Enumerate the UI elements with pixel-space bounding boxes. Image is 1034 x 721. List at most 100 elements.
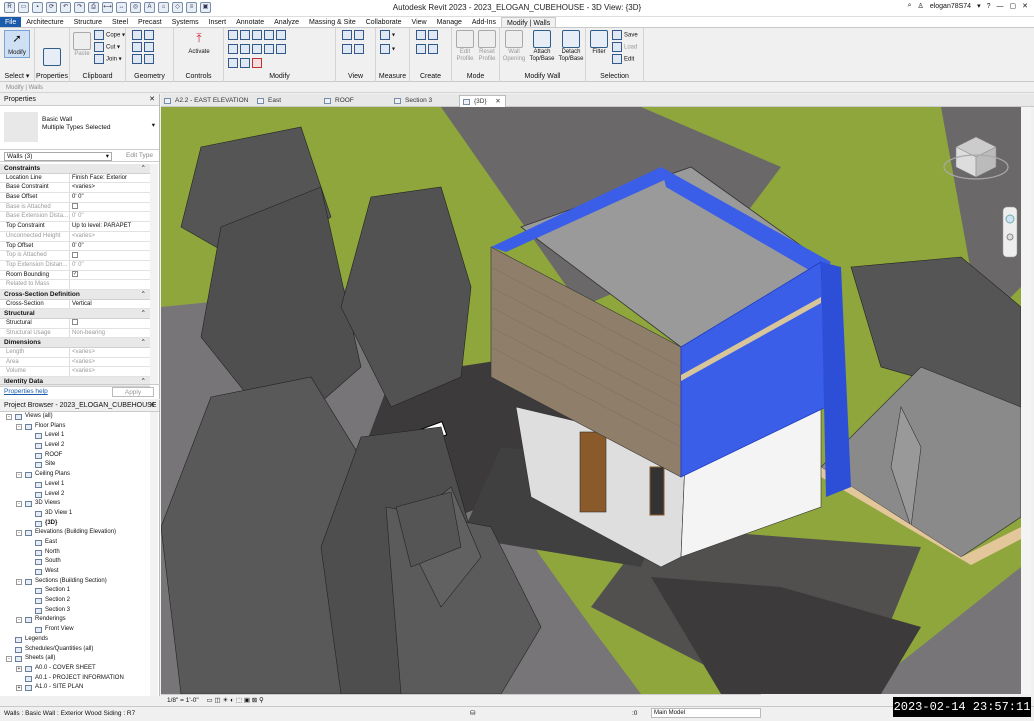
property-value[interactable]: ✓ xyxy=(70,270,150,280)
tree-node[interactable]: North xyxy=(0,548,150,558)
tree-node[interactable]: Site xyxy=(0,460,150,470)
crop-icon[interactable]: ▣ xyxy=(244,697,250,704)
pin-icon[interactable] xyxy=(240,58,250,68)
scale-icon[interactable] xyxy=(228,58,238,68)
tree-node[interactable]: Schedules/Quantities (all) xyxy=(0,645,150,655)
measure-line-icon[interactable] xyxy=(380,30,390,40)
collapse-icon[interactable]: ⌃ xyxy=(141,338,146,348)
create-assembly-icon[interactable] xyxy=(416,30,426,40)
activate-button[interactable]: ⤒ Activate xyxy=(184,30,214,56)
tab-insert[interactable]: Insert xyxy=(204,17,232,27)
create-group-icon[interactable] xyxy=(416,44,426,54)
tree-node[interactable]: A0.1 - PROJECT INFORMATION xyxy=(0,674,150,684)
property-value[interactable] xyxy=(70,319,150,328)
help-icon[interactable]: ? xyxy=(987,3,991,10)
user-icon[interactable]: ♙ xyxy=(918,2,924,10)
type-dropdown-icon[interactable]: ▾ xyxy=(152,122,155,130)
worksets-icon[interactable]: ⛁ xyxy=(470,707,475,721)
expand-toggle-icon[interactable]: - xyxy=(16,501,22,508)
zoom-icon[interactable] xyxy=(1006,233,1014,241)
move-icon[interactable] xyxy=(228,44,238,54)
browser-scrollbar[interactable] xyxy=(150,412,158,696)
property-checkbox[interactable] xyxy=(72,319,78,326)
edit-type-button[interactable]: Edit Type xyxy=(126,150,153,162)
tree-node[interactable]: ROOF xyxy=(0,451,150,461)
tab-manage[interactable]: Manage xyxy=(432,17,467,27)
detach-top-base-button[interactable]: Detach Top/Base xyxy=(557,30,585,63)
tree-node[interactable]: {3D} xyxy=(0,519,150,529)
mirror-draw-icon[interactable] xyxy=(264,30,274,40)
split-face-icon[interactable] xyxy=(144,30,154,40)
expand-toggle-icon[interactable]: - xyxy=(16,617,22,624)
tab-add-ins[interactable]: Add-Ins xyxy=(467,17,501,27)
tab-collaborate[interactable]: Collaborate xyxy=(361,17,407,27)
tab-systems[interactable]: Systems xyxy=(167,17,204,27)
property-checkbox[interactable]: ✓ xyxy=(72,270,78,277)
tree-node[interactable]: - Sections (Building Section) xyxy=(0,577,150,587)
property-value[interactable]: 0' 0" xyxy=(70,193,150,202)
attach-top-base-button[interactable]: Attach Top/Base xyxy=(528,30,556,63)
close-button[interactable]: ✕ xyxy=(1022,2,1028,10)
tree-node[interactable]: 3D View 1 xyxy=(0,509,150,519)
render-icon[interactable]: ⬚ xyxy=(236,697,242,704)
property-value[interactable]: <varies> xyxy=(70,183,150,192)
tab-view[interactable]: View xyxy=(407,17,432,27)
tab-massing-site[interactable]: Massing & Site xyxy=(304,17,361,27)
navigation-bar[interactable] xyxy=(1002,206,1018,258)
reset-profile-button[interactable]: Reset Profile xyxy=(476,30,498,63)
search-icon[interactable]: ⌕ xyxy=(908,2,912,10)
trim-icon[interactable] xyxy=(264,44,274,54)
hide-isolate-icon[interactable]: ⚲ xyxy=(259,697,264,704)
tab-file[interactable]: File xyxy=(0,17,22,27)
tab-architecture[interactable]: Architecture xyxy=(21,17,68,27)
model-render[interactable]: 3 xyxy=(161,107,1021,694)
property-category[interactable]: Dimensions ⌃ xyxy=(0,338,150,349)
align-icon[interactable] xyxy=(228,30,238,40)
array-icon[interactable] xyxy=(276,44,286,54)
paint-icon[interactable] xyxy=(132,42,142,52)
cope-button[interactable]: Cope ▾ xyxy=(94,30,125,42)
modify-button[interactable]: ➚ Modify xyxy=(4,30,30,58)
tree-node[interactable]: Front View xyxy=(0,625,150,635)
properties-scrollbar[interactable] xyxy=(150,164,158,384)
tab-precast[interactable]: Precast xyxy=(133,17,167,27)
wall-joins-icon[interactable] xyxy=(132,30,142,40)
halftone-icon[interactable] xyxy=(354,44,364,54)
user-name[interactable]: elogan78S74 xyxy=(930,3,971,10)
property-value[interactable]: Up to level: PARAPET xyxy=(70,222,150,231)
lock-view-icon[interactable]: ⊠ xyxy=(252,697,257,704)
tree-node[interactable]: Section 1 xyxy=(0,586,150,596)
tree-node[interactable]: - Sheets (all) xyxy=(0,654,150,664)
expand-toggle-icon[interactable]: + xyxy=(16,685,22,692)
collapse-icon[interactable]: ⌃ xyxy=(141,164,146,174)
minimize-button[interactable]: — xyxy=(997,3,1004,10)
maximize-button[interactable]: ▢ xyxy=(1010,2,1017,10)
expand-toggle-icon[interactable]: - xyxy=(16,530,22,537)
create-parts-icon[interactable] xyxy=(428,30,438,40)
tree-node[interactable]: Level 2 xyxy=(0,490,150,500)
load-selection-button[interactable]: Load xyxy=(612,42,637,54)
properties-button[interactable] xyxy=(39,48,65,67)
tree-node[interactable]: Section 2 xyxy=(0,596,150,606)
tree-node[interactable]: - Ceiling Plans xyxy=(0,470,150,480)
collapse-icon[interactable]: ⌃ xyxy=(141,290,146,300)
tree-node[interactable]: - Elevations (Building Elevation) xyxy=(0,528,150,538)
tree-node[interactable]: West xyxy=(0,567,150,577)
tree-node[interactable]: South xyxy=(0,557,150,567)
view-scale[interactable]: 1/8" = 1'-0" xyxy=(167,697,199,704)
detail-level-icon[interactable]: ▭ xyxy=(207,697,213,704)
expand-toggle-icon[interactable]: - xyxy=(6,656,12,663)
sun-path-icon[interactable]: ☀ xyxy=(222,697,228,704)
cart-icon[interactable]: ▾ xyxy=(977,2,981,10)
copy-icon[interactable] xyxy=(240,44,250,54)
paste-button[interactable]: Paste xyxy=(72,32,92,58)
demolish-icon[interactable] xyxy=(144,42,154,52)
design-option-dropdown[interactable]: Main Model xyxy=(651,708,761,718)
cut-button[interactable]: Cut ▾ xyxy=(94,42,120,54)
shadows-icon[interactable]: ◐ xyxy=(230,697,234,704)
linework-icon[interactable] xyxy=(342,44,352,54)
tree-node[interactable]: - Renderings xyxy=(0,615,150,625)
unjoin-icon[interactable] xyxy=(132,54,142,64)
tab-modify-walls[interactable]: Modify | Walls xyxy=(501,17,557,27)
rotate-icon[interactable] xyxy=(252,44,262,54)
